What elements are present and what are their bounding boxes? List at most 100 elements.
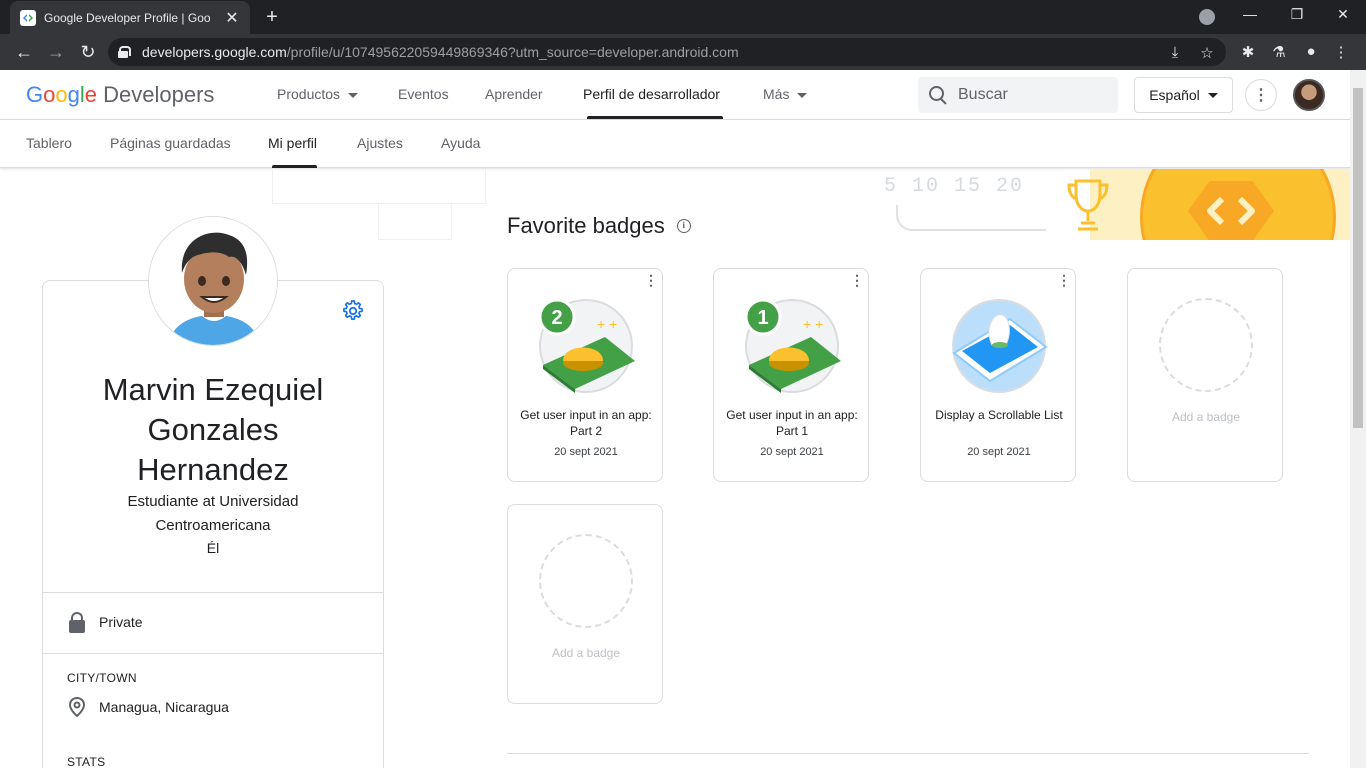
- person-avatar-icon: [149, 217, 277, 345]
- scroll-thumb[interactable]: [1353, 88, 1363, 428]
- location-pin-icon: [68, 696, 86, 718]
- url-host: developers.google.com: [142, 44, 287, 60]
- divider: [43, 653, 383, 654]
- tab-ayuda[interactable]: Ayuda: [441, 135, 480, 151]
- badge-name: Get user input in an app: Part 1: [726, 408, 858, 438]
- search-input[interactable]: [958, 86, 1108, 104]
- chrome-menu-icon[interactable]: ⋮: [1332, 43, 1350, 61]
- nav-productos[interactable]: Productos: [277, 86, 359, 102]
- profile-title-line: Centroamericana: [155, 517, 271, 534]
- site-header: Google Developers Productos Eventos Apre…: [0, 70, 1350, 120]
- tab-close-icon[interactable]: ✕: [224, 8, 240, 28]
- profile-pronoun: Él: [206, 540, 220, 556]
- city-heading: CITY/TOWN: [67, 671, 137, 685]
- profile-banner: 5 10 15 20: [876, 169, 1350, 240]
- active-subnav-indicator: [272, 165, 317, 168]
- lock-icon: [67, 610, 87, 634]
- profile-name-line: Hernandez: [137, 452, 289, 487]
- address-bar[interactable]: developers.google.com/profile/u/10749562…: [108, 38, 1226, 66]
- browser-tab[interactable]: Google Developer Profile | Goo ✕: [10, 1, 250, 34]
- new-tab-icon[interactable]: +: [262, 6, 282, 29]
- profile-name-line: Gonzales: [147, 412, 279, 447]
- divider: [43, 592, 383, 593]
- language-selector[interactable]: Español: [1134, 77, 1233, 113]
- info-icon[interactable]: i: [676, 219, 691, 233]
- nav-perfil-de-desarrollador[interactable]: Perfil de desarrollador: [583, 86, 720, 102]
- badge-menu-icon[interactable]: ⋮: [644, 273, 658, 287]
- chevron-down-icon: [348, 92, 359, 98]
- badge-date: 20 sept 2021: [760, 446, 824, 458]
- badge-card[interactable]: ⋮ + + 1 Get user input in an app: Part 1…: [713, 268, 869, 482]
- google-developers-logo[interactable]: Google Developers: [26, 82, 214, 108]
- city-value: Managua, Nicaragua: [99, 699, 229, 715]
- google-developers-favicon-icon: [20, 9, 36, 26]
- forward-arrow-icon[interactable]: →: [46, 42, 66, 62]
- favorite-badges-heading: Favorite badges i: [507, 213, 691, 239]
- reload-icon[interactable]: ↻: [78, 42, 98, 62]
- city-row: Managua, Nicaragua: [67, 696, 229, 718]
- add-badge-label: Add a badge: [551, 646, 621, 660]
- decorative-outline: [378, 203, 452, 240]
- visibility-row: Private: [67, 610, 143, 634]
- nav-aprender[interactable]: Aprender: [485, 86, 543, 102]
- chevron-down-icon: [1207, 92, 1218, 98]
- badge-scroll-list-icon: [952, 299, 1048, 393]
- favorite-badges-title: Favorite badges: [507, 213, 665, 238]
- settings-gear-icon[interactable]: [342, 300, 364, 322]
- minimize-icon[interactable]: —: [1240, 6, 1260, 22]
- maximize-icon[interactable]: ❐: [1287, 6, 1307, 23]
- profile-subnav: Tablero Páginas guardadas Mi perfil Ajus…: [0, 120, 1350, 168]
- banner-numbers: 5 10 15 20: [884, 175, 1025, 198]
- tab-mi-perfil[interactable]: Mi perfil: [268, 135, 317, 151]
- banner-arrow: [896, 205, 1046, 231]
- nav-mas[interactable]: Más: [763, 86, 808, 102]
- labs-flask-icon[interactable]: ⚗: [1270, 43, 1288, 61]
- nav-eventos[interactable]: Eventos: [398, 86, 449, 102]
- badge-date: 20 sept 2021: [554, 446, 618, 458]
- profile-title-line: Estudiante at Universidad: [127, 493, 299, 510]
- search-icon: [928, 85, 948, 105]
- search-box[interactable]: [918, 77, 1118, 113]
- section-divider: [507, 753, 1309, 754]
- empty-badge-placeholder: [1159, 298, 1253, 392]
- url-path: /profile/u/107495622059449869346?utm_sou…: [286, 44, 739, 60]
- user-avatar[interactable]: [1293, 79, 1325, 111]
- badge-date: 20 sept 2021: [967, 446, 1031, 458]
- trophy-icon: [1067, 179, 1109, 231]
- decorative-outline: [272, 169, 486, 204]
- profile-name-line: Marvin Ezequiel: [102, 372, 324, 407]
- svg-text:+ +: + +: [803, 316, 823, 332]
- tab-paginas-guardadas[interactable]: Páginas guardadas: [110, 135, 231, 151]
- tab-title: Google Developer Profile | Goo: [44, 10, 211, 25]
- badge-number: 2: [551, 307, 562, 329]
- badge-name: Display a Scrollable List: [935, 408, 1063, 422]
- add-badge-label: Add a badge: [1171, 410, 1241, 424]
- badge-card[interactable]: ⋮ + + 2 Get user input in an app: Part 2…: [507, 268, 663, 482]
- badge-menu-icon[interactable]: ⋮: [1057, 273, 1071, 287]
- badge-buzzer-icon: + + 2: [538, 298, 635, 393]
- add-badge-slot[interactable]: Add a badge: [1127, 268, 1283, 482]
- more-options-icon[interactable]: ⋮: [1245, 79, 1277, 111]
- badge-card[interactable]: ⋮ Display a Scrollable List 20 sept 2021: [920, 268, 1076, 482]
- badge-name: Get user input in an app: Part 2: [520, 408, 652, 438]
- language-label: Español: [1149, 87, 1200, 103]
- browser-toolbar: ← → ↻ developers.google.com/profile/u/10…: [0, 34, 1366, 70]
- extensions-puzzle-icon[interactable]: ✱: [1239, 43, 1257, 61]
- install-icon[interactable]: ⤓: [1166, 44, 1184, 61]
- window-close-icon[interactable]: ✕: [1333, 6, 1353, 23]
- bookmark-star-icon[interactable]: ☆: [1198, 44, 1216, 62]
- back-arrow-icon[interactable]: ←: [14, 42, 34, 62]
- tab-tablero[interactable]: Tablero: [26, 135, 72, 151]
- svg-text:+ +: + +: [597, 316, 617, 332]
- active-nav-indicator: [587, 116, 723, 119]
- badge-number: 1: [757, 307, 768, 329]
- page-scrollbar[interactable]: [1350, 70, 1366, 768]
- tab-search-icon[interactable]: [1199, 9, 1215, 25]
- account-icon[interactable]: ●: [1302, 43, 1320, 61]
- badge-menu-icon[interactable]: ⋮: [850, 273, 864, 287]
- visibility-label: Private: [99, 614, 143, 630]
- add-badge-slot[interactable]: Add a badge: [507, 504, 663, 704]
- tab-ajustes[interactable]: Ajustes: [357, 135, 403, 151]
- chevron-down-icon: [797, 92, 808, 98]
- profile-avatar: [148, 216, 278, 346]
